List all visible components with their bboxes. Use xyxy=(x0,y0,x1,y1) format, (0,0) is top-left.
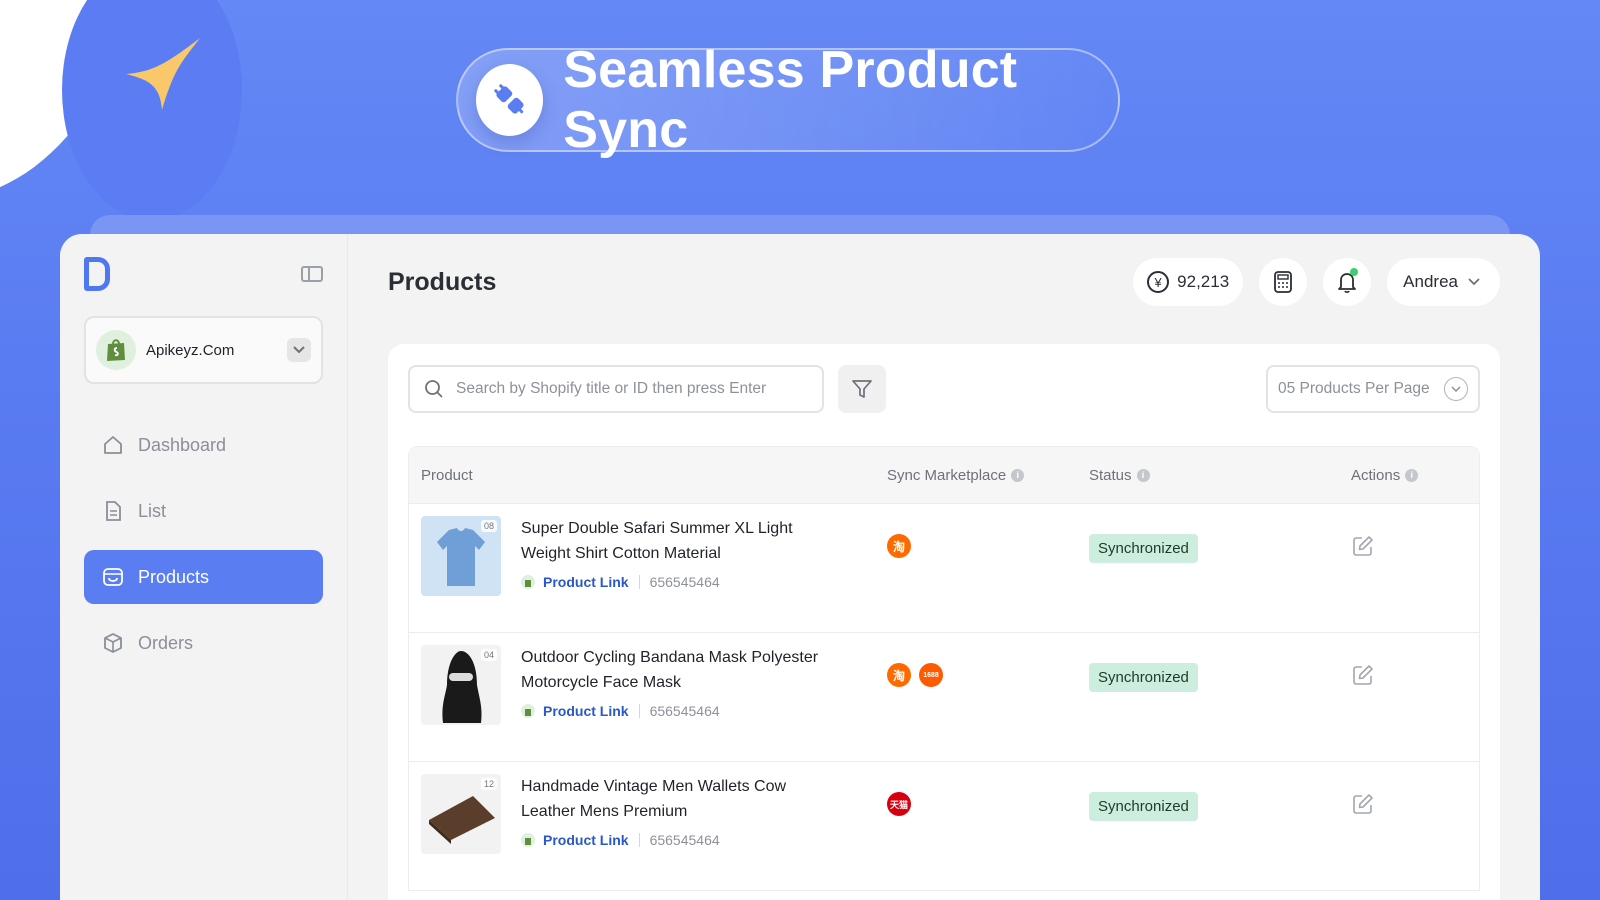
filter-icon xyxy=(852,380,872,398)
sidebar-collapse-icon[interactable] xyxy=(301,266,323,282)
main-content: Products ¥ 92,213 Andrea Search by Shopi… xyxy=(348,234,1540,900)
sidebar-item-label: Products xyxy=(138,566,210,587)
info-icon[interactable]: i xyxy=(1405,468,1419,482)
product-thumbnail[interactable]: 12 xyxy=(421,774,501,854)
box-icon xyxy=(102,632,124,654)
shopify-bag-icon xyxy=(96,330,136,370)
column-header-status: Status i xyxy=(1077,467,1339,484)
plug-icon xyxy=(476,64,544,136)
products-table: Product Sync Marketplace i Status i Action… xyxy=(408,446,1480,891)
app-window: Apikeyz.Com Dashboard List Products Orde… xyxy=(60,234,1540,900)
divider xyxy=(638,704,640,718)
shopify-bag-icon xyxy=(521,704,535,718)
balance-button[interactable]: ¥ 92,213 xyxy=(1133,258,1244,306)
shopify-bag-icon xyxy=(521,575,535,589)
tmall-icon: 天猫 xyxy=(887,792,911,816)
page-title: Products xyxy=(388,267,497,296)
product-id: 656545464 xyxy=(649,574,720,590)
sidebar-item-products[interactable]: Products xyxy=(84,550,323,604)
store-icon xyxy=(102,566,124,588)
hero-title: Seamless Product Sync xyxy=(563,41,1018,159)
home-icon xyxy=(102,434,124,456)
image-count: 04 xyxy=(480,649,497,661)
column-header-product: Product xyxy=(421,466,473,484)
sidebar: Apikeyz.Com Dashboard List Products Orde… xyxy=(60,234,348,900)
status-badge: Synchronized xyxy=(1089,534,1198,563)
sidebar-item-list[interactable]: List xyxy=(84,484,323,538)
yen-coin-icon: ¥ xyxy=(1147,271,1170,293)
status-badge: Synchronized xyxy=(1089,663,1198,692)
topbar: Products ¥ 92,213 Andrea xyxy=(388,258,1500,306)
table-row: 04 Outdoor Cycling Bandana Mask Polyeste… xyxy=(409,632,1479,761)
column-header-sync-marketplace: Sync Marketplace i xyxy=(875,467,1077,484)
info-icon[interactable]: i xyxy=(1136,468,1150,482)
product-thumbnail[interactable]: 08 xyxy=(421,516,501,596)
image-count: 12 xyxy=(480,778,497,790)
search-input[interactable]: Search by Shopify title or ID then press… xyxy=(408,365,824,413)
chevron-down-icon xyxy=(1468,278,1480,286)
notifications-button[interactable] xyxy=(1323,258,1372,306)
alibaba-1688-icon: 1688 xyxy=(919,663,943,687)
chevron-down-icon xyxy=(1444,377,1468,401)
product-link[interactable]: Product Link xyxy=(543,574,629,590)
document-icon xyxy=(102,500,124,522)
per-page-select[interactable]: 05 Products Per Page xyxy=(1266,365,1480,413)
divider xyxy=(638,833,640,847)
search-placeholder: Search by Shopify title or ID then press… xyxy=(456,380,767,397)
user-name: Andrea xyxy=(1403,272,1458,291)
sidebar-item-dashboard[interactable]: Dashboard xyxy=(84,418,323,472)
product-id: 656545464 xyxy=(649,832,720,848)
shopify-bag-icon xyxy=(521,833,535,847)
sidebar-nav: Dashboard List Products Orders xyxy=(84,418,323,670)
search-icon xyxy=(424,379,444,399)
sparkle-icon xyxy=(126,38,200,110)
user-menu-button[interactable]: Andrea xyxy=(1387,258,1500,306)
store-selector[interactable]: Apikeyz.Com xyxy=(84,316,323,384)
product-link[interactable]: Product Link xyxy=(543,703,629,719)
store-name: Apikeyz.Com xyxy=(146,341,235,359)
edit-icon[interactable] xyxy=(1351,663,1375,687)
edit-icon[interactable] xyxy=(1351,792,1375,816)
balance-value: 92,213 xyxy=(1177,272,1230,291)
products-panel: Search by Shopify title or ID then press… xyxy=(388,344,1500,900)
product-title: Outdoor Cycling Bandana Mask Polyester M… xyxy=(521,649,819,691)
column-header-actions: Actions i xyxy=(1339,467,1479,484)
chevron-down-icon[interactable] xyxy=(287,338,311,362)
sidebar-item-label: List xyxy=(138,500,167,521)
image-count: 08 xyxy=(480,520,497,532)
product-title: Handmade Vintage Men Wallets Cow Leather… xyxy=(521,778,787,820)
product-thumbnail[interactable]: 04 xyxy=(421,645,501,725)
table-row: 12 Handmade Vintage Men Wallets Cow Leat… xyxy=(409,761,1479,890)
edit-icon[interactable] xyxy=(1351,534,1375,558)
sidebar-item-label: Orders xyxy=(138,632,194,653)
product-link[interactable]: Product Link xyxy=(543,832,629,848)
filter-button[interactable] xyxy=(838,365,886,413)
table-row: 08 Super Double Safari Summer XL Light W… xyxy=(409,503,1479,632)
app-logo xyxy=(84,257,110,291)
calculator-icon xyxy=(1274,271,1293,293)
table-header: Product Sync Marketplace i Status i Action… xyxy=(409,447,1479,503)
status-badge: Synchronized xyxy=(1089,792,1198,821)
per-page-value: 05 Products Per Page xyxy=(1278,380,1430,397)
taobao-icon: 淘 xyxy=(887,534,911,558)
divider xyxy=(638,575,640,589)
sidebar-item-label: Dashboard xyxy=(138,434,227,455)
taobao-icon: 淘 xyxy=(887,663,911,687)
product-title: Super Double Safari Summer XL Light Weig… xyxy=(521,520,793,562)
info-icon[interactable]: i xyxy=(1011,468,1025,482)
product-id: 656545464 xyxy=(649,703,720,719)
hero-banner: Seamless Product Sync xyxy=(456,41,1120,159)
calculator-button[interactable] xyxy=(1259,258,1308,306)
sidebar-item-orders[interactable]: Orders xyxy=(84,616,323,670)
